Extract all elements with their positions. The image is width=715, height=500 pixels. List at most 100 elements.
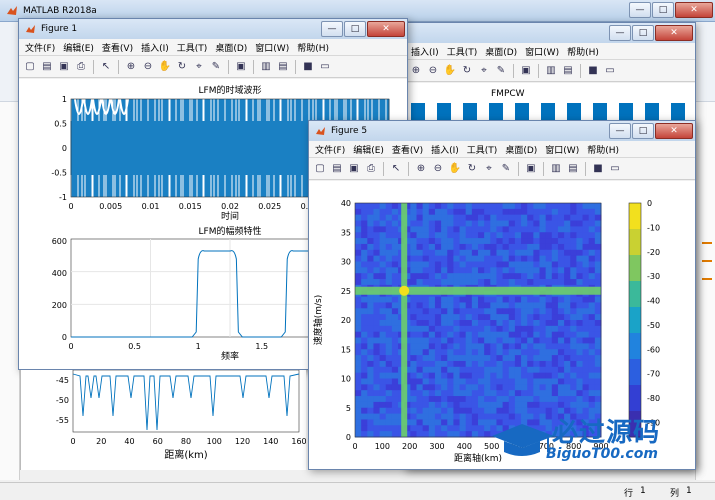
zoom-out-icon[interactable]: ⊖ (431, 162, 445, 176)
zoom-out-icon[interactable]: ⊖ (426, 64, 440, 78)
menu-tools[interactable]: 工具(T) (467, 143, 498, 156)
menu-view[interactable]: 查看(V) (392, 143, 423, 156)
heatmap-cell (447, 314, 454, 321)
fmpcw-title-bar[interactable]: — □ ✕ (405, 23, 695, 43)
heatmap-cell (545, 343, 553, 350)
heatmap-cell (496, 267, 504, 274)
new-figure-icon[interactable]: ▢ (23, 60, 37, 74)
fmpcw-menu-help[interactable]: 帮助(H) (567, 45, 599, 58)
fmpcw-close-button[interactable]: ✕ (655, 25, 693, 41)
menu-window[interactable]: 窗口(W) (255, 41, 289, 54)
menu-file[interactable]: 文件(F) (315, 143, 345, 156)
menu-file[interactable]: 文件(F) (25, 41, 55, 54)
colorbar-icon[interactable]: ▥ (259, 60, 273, 74)
hide-tools-icon[interactable]: ■ (591, 162, 605, 176)
dock-icon[interactable]: ▭ (608, 162, 622, 176)
menu-edit[interactable]: 编辑(E) (63, 41, 94, 54)
fmpcw-menu-insert[interactable]: 插入(I) (411, 45, 439, 58)
pointer-icon[interactable]: ↖ (99, 60, 113, 74)
hide-tools-icon[interactable]: ■ (301, 60, 315, 74)
heatmap-cell (428, 279, 436, 286)
rotate-icon[interactable]: ↻ (460, 64, 474, 78)
menu-help[interactable]: 帮助(H) (587, 143, 619, 156)
zoom-in-icon[interactable]: ⊕ (124, 60, 138, 74)
brush-icon[interactable]: ✎ (209, 60, 223, 74)
fmpcw-menu-tools[interactable]: 工具(T) (447, 45, 478, 58)
heatmap-cell (373, 419, 381, 426)
figure1-minimize-button[interactable]: — (321, 21, 343, 37)
fmpcw-minimize-button[interactable]: — (609, 25, 631, 41)
maximize-button[interactable]: □ (652, 2, 674, 18)
figure5-title-bar[interactable]: Figure 5 — □ ✕ (309, 121, 695, 141)
legend-icon[interactable]: ▤ (566, 162, 580, 176)
pan-icon[interactable]: ✋ (443, 64, 457, 78)
pan-icon[interactable]: ✋ (158, 60, 172, 74)
heatmap-cell (588, 355, 596, 362)
zoom-in-icon[interactable]: ⊕ (414, 162, 428, 176)
hide-tools-icon[interactable]: ■ (586, 64, 600, 78)
figure5-maximize-button[interactable]: □ (632, 123, 654, 139)
datacursor-icon[interactable]: ⌖ (477, 64, 491, 78)
print-icon[interactable]: ⎙ (74, 60, 88, 74)
open-icon[interactable]: ▤ (330, 162, 344, 176)
figure5-minimize-button[interactable]: — (609, 123, 631, 139)
figure1-close-button[interactable]: ✕ (367, 21, 405, 37)
heatmap-cell (471, 401, 479, 409)
heatmap-cell (471, 396, 479, 403)
zoom-in-icon[interactable]: ⊕ (409, 64, 423, 78)
heatmap-cell (502, 255, 510, 262)
pointer-icon[interactable]: ↖ (389, 162, 403, 176)
rotate-icon[interactable]: ↻ (175, 60, 189, 74)
menu-desktop[interactable]: 桌面(D) (215, 41, 247, 54)
heatmap-cell (373, 208, 381, 216)
legend-icon[interactable]: ▤ (561, 64, 575, 78)
open-icon[interactable]: ▤ (40, 60, 54, 74)
heatmap-cell (576, 255, 584, 262)
heatmap-cell (471, 273, 479, 280)
minimize-button[interactable]: — (629, 2, 651, 18)
datacursor-icon[interactable]: ⌖ (192, 60, 206, 74)
link-icon[interactable]: ▣ (519, 64, 533, 78)
fmpcw-menu-window[interactable]: 窗口(W) (525, 45, 559, 58)
print-icon[interactable]: ⎙ (364, 162, 378, 176)
heatmap-cell (428, 401, 436, 409)
figure1-maximize-button[interactable]: □ (344, 21, 366, 37)
figure1-title-bar[interactable]: Figure 1 — □ ✕ (19, 19, 407, 39)
menu-tools[interactable]: 工具(T) (177, 41, 208, 54)
new-figure-icon[interactable]: ▢ (313, 162, 327, 176)
pan-icon[interactable]: ✋ (448, 162, 462, 176)
datacursor-icon[interactable]: ⌖ (482, 162, 496, 176)
colorbar-icon[interactable]: ▥ (549, 162, 563, 176)
zoom-out-icon[interactable]: ⊖ (141, 60, 155, 74)
save-icon[interactable]: ▣ (347, 162, 361, 176)
heatmap-cell (545, 203, 553, 210)
heatmap-cell (385, 255, 393, 262)
fmpcw-maximize-button[interactable]: □ (632, 25, 654, 41)
rotate-icon[interactable]: ↻ (465, 162, 479, 176)
menu-window[interactable]: 窗口(W) (545, 143, 579, 156)
menu-insert[interactable]: 插入(I) (141, 41, 169, 54)
heatmap-cell (588, 220, 596, 227)
save-icon[interactable]: ▣ (57, 60, 71, 74)
menu-desktop[interactable]: 桌面(D) (505, 143, 537, 156)
heatmap-cell (355, 431, 362, 438)
figure5-close-button[interactable]: ✕ (655, 123, 693, 139)
heatmap-cell (570, 243, 577, 251)
dock-icon[interactable]: ▭ (318, 60, 332, 74)
heatmap-cell (453, 255, 461, 262)
menu-edit[interactable]: 编辑(E) (353, 143, 384, 156)
brush-icon[interactable]: ✎ (494, 64, 508, 78)
menu-insert[interactable]: 插入(I) (431, 143, 459, 156)
colorbar-icon[interactable]: ▥ (544, 64, 558, 78)
link-icon[interactable]: ▣ (524, 162, 538, 176)
heatmap-cell (459, 208, 467, 216)
heatmap-cell (582, 214, 590, 222)
dock-icon[interactable]: ▭ (603, 64, 617, 78)
menu-help[interactable]: 帮助(H) (297, 41, 329, 54)
legend-icon[interactable]: ▤ (276, 60, 290, 74)
close-button[interactable]: ✕ (675, 2, 713, 18)
brush-icon[interactable]: ✎ (499, 162, 513, 176)
link-icon[interactable]: ▣ (234, 60, 248, 74)
menu-view[interactable]: 查看(V) (102, 41, 133, 54)
fmpcw-menu-desktop[interactable]: 桌面(D) (485, 45, 517, 58)
